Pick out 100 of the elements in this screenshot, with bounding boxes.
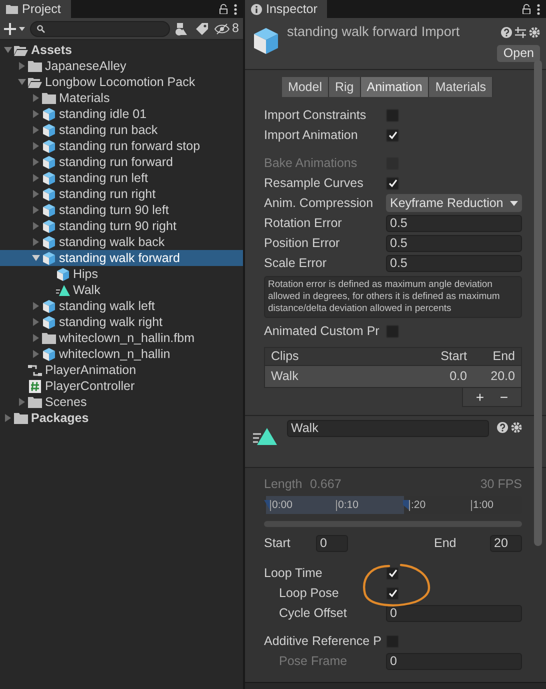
tree-item[interactable]: JapaneseAlley — [0, 58, 243, 74]
clip-name-field[interactable]: Walk — [287, 420, 489, 437]
remove-button[interactable]: − — [493, 388, 515, 406]
expand-arrow-icon[interactable] — [32, 206, 40, 214]
more-icon[interactable] — [537, 4, 540, 14]
tree-item[interactable]: standing idle 01 — [0, 106, 243, 122]
tree-item[interactable]: standing walk left — [0, 298, 243, 314]
section-tab[interactable]: Animation — [360, 77, 430, 97]
hidden-eye-icon[interactable] — [214, 22, 230, 34]
tree-item[interactable]: Scenes — [0, 394, 243, 410]
field-label: Loop Time — [264, 564, 324, 582]
collapse-arrow-icon[interactable] — [32, 254, 40, 262]
clip-row[interactable]: Walk 0.0 20.0 — [264, 366, 522, 388]
section-tab[interactable]: Materials — [429, 77, 494, 97]
tree-item[interactable]: Hips — [0, 266, 243, 282]
expand-arrow-icon[interactable] — [32, 110, 40, 118]
checkbox[interactable] — [386, 586, 399, 600]
range-start-marker[interactable] — [264, 500, 270, 510]
tree-item[interactable]: PlayerAnimation — [0, 362, 243, 378]
tree-item[interactable]: standing run forward stop — [0, 138, 243, 154]
expand-arrow-icon[interactable] — [32, 174, 40, 182]
tag-icon[interactable] — [194, 22, 210, 36]
input-field[interactable]: 0.5 — [386, 214, 522, 232]
checkbox[interactable] — [386, 324, 399, 338]
input-field[interactable]: 0 — [386, 604, 522, 622]
tree-item[interactable]: standing run back — [0, 122, 243, 138]
expand-arrow-icon[interactable] — [32, 158, 40, 166]
expand-arrow-icon[interactable] — [32, 350, 40, 358]
checkbox[interactable] — [386, 128, 399, 142]
cube-icon — [56, 268, 70, 280]
expand-arrow-icon[interactable] — [18, 398, 26, 406]
open-button[interactable]: Open — [497, 45, 540, 62]
clip-range[interactable] — [266, 496, 404, 514]
range-end-marker[interactable] — [403, 500, 409, 510]
lock-icon[interactable] — [218, 4, 228, 14]
checkbox[interactable] — [386, 108, 399, 122]
tree-item[interactable]: standing walk forward — [0, 250, 243, 266]
checkbox[interactable] — [386, 176, 399, 190]
input-field[interactable]: 0.5 — [386, 234, 522, 252]
tree-item[interactable]: Longbow Locomotion Pack — [0, 74, 243, 90]
tree-item[interactable]: Walk — [0, 282, 243, 298]
expand-arrow-icon[interactable] — [32, 238, 40, 246]
expand-arrow-icon[interactable] — [32, 318, 40, 326]
start-label: Start — [264, 534, 292, 552]
expand-arrow-icon[interactable] — [32, 94, 40, 102]
tree-item[interactable]: whiteclown_n_hallin.fbm — [0, 330, 243, 346]
tree-item[interactable]: standing run forward — [0, 154, 243, 170]
collapse-arrow-icon[interactable] — [18, 78, 26, 86]
tree-item[interactable]: Materials — [0, 90, 243, 106]
settings-icon[interactable] — [529, 26, 540, 38]
input-field[interactable]: 0.5 — [386, 254, 522, 272]
lock-icon[interactable] — [522, 4, 531, 14]
sliders-icon[interactable] — [514, 26, 526, 38]
folder-icon — [6, 4, 18, 14]
help-icon[interactable] — [500, 26, 512, 38]
field-label: Import Animation — [264, 126, 359, 144]
asset-title: standing walk forward Import — [287, 23, 460, 41]
field-label: Position Error — [264, 234, 341, 252]
expand-arrow-icon[interactable] — [32, 142, 40, 150]
search-field[interactable] — [30, 20, 170, 36]
folder-icon — [14, 412, 28, 424]
tree-item[interactable]: standing walk right — [0, 314, 243, 330]
field-label: Scale Error — [264, 254, 328, 272]
scrollbar[interactable] — [534, 60, 542, 546]
table-cell-text: Walk — [271, 368, 300, 386]
add-icon[interactable] — [4, 22, 26, 34]
start-field[interactable]: 0 — [316, 534, 348, 552]
end-field[interactable]: 20 — [490, 534, 522, 552]
expand-arrow-icon[interactable] — [32, 302, 40, 310]
collapse-arrow-icon[interactable] — [4, 46, 12, 54]
expand-arrow-icon[interactable] — [32, 222, 40, 230]
field-label: Rotation Error — [264, 214, 343, 232]
checkbox[interactable] — [386, 566, 399, 580]
tree-item[interactable]: whiteclown_n_hallin — [0, 346, 243, 362]
info-icon — [251, 4, 262, 14]
more-icon[interactable] — [234, 4, 237, 14]
expand-arrow-icon[interactable] — [32, 190, 40, 198]
tree-item[interactable]: PlayerController — [0, 378, 243, 394]
tree-item[interactable]: standing walk back — [0, 234, 243, 250]
field-label: Animated Custom Pr — [264, 322, 380, 340]
tree-item[interactable]: Assets — [0, 42, 243, 58]
tree-item[interactable]: standing turn 90 left — [0, 202, 243, 218]
expand-arrow-icon[interactable] — [18, 62, 26, 70]
expand-arrow-icon[interactable] — [32, 126, 40, 134]
tree-item[interactable]: standing run left — [0, 170, 243, 186]
expand-arrow-icon[interactable] — [4, 414, 12, 422]
animation-clip-icon — [253, 426, 279, 446]
tree-item[interactable]: standing turn 90 right — [0, 218, 243, 234]
tree-item[interactable]: standing run right — [0, 186, 243, 202]
expand-arrow-icon[interactable] — [32, 334, 40, 342]
tree-item[interactable]: Packages — [0, 410, 243, 426]
dropdown[interactable]: Keyframe Reduction — [386, 194, 522, 212]
section-tab[interactable]: Rig — [328, 77, 361, 97]
help-icon[interactable] — [496, 422, 508, 433]
add-button[interactable]: + — [469, 388, 491, 406]
settings-icon[interactable] — [511, 422, 522, 433]
search-icon — [37, 24, 45, 32]
folder-icon — [28, 76, 42, 88]
section-tab[interactable]: Model — [282, 77, 329, 97]
column-header: Start — [440, 348, 467, 366]
